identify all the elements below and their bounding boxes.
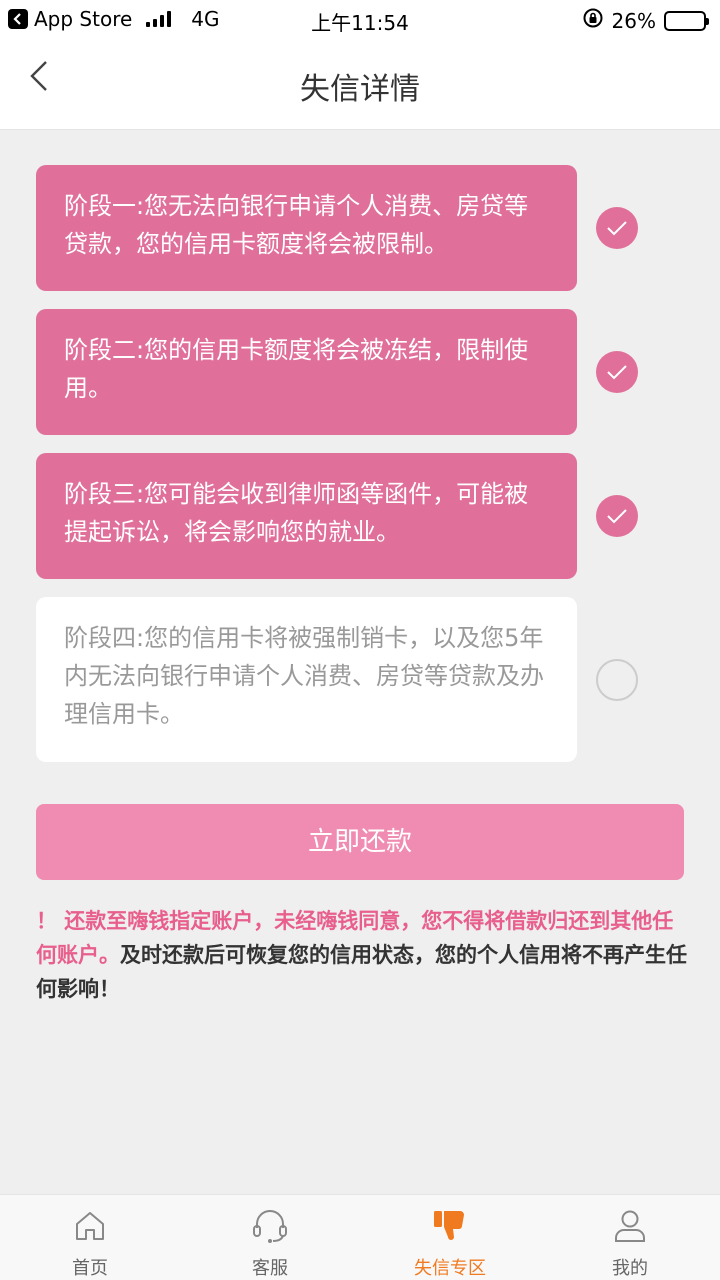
home-icon (70, 1207, 110, 1244)
rotation-lock-icon (582, 7, 604, 34)
battery-percent: 26% (611, 8, 656, 33)
status-bar: App Store 4G 上午11:54 26% (0, 0, 720, 40)
stage-text: 阶段二:您的信用卡额度将会被冻结，限制使用。 (64, 336, 529, 402)
tab-bar: 首页 客服 失信专区 我的 (0, 1194, 720, 1280)
tab-label: 首页 (72, 1258, 108, 1279)
check-circle-icon (596, 495, 638, 537)
check-circle-icon (596, 207, 638, 249)
tab-dishonesty-zone[interactable]: 失信专区 (360, 1195, 540, 1280)
user-icon (610, 1207, 650, 1244)
empty-circle-icon (596, 659, 638, 701)
check-circle-icon (596, 351, 638, 393)
page-title: 失信详情 (300, 72, 420, 107)
stage-text: 阶段三:您可能会收到律师函等函件，可能被提起诉讼，将会影响您的就业。 (64, 480, 529, 546)
battery-icon (664, 10, 709, 31)
stage-text: 阶段四:您的信用卡将被强制销卡，以及您5年内无法向银行申请个人消费、房贷等贷款及… (64, 624, 544, 728)
stage-card-3: 阶段三:您可能会收到律师函等函件，可能被提起诉讼，将会影响您的就业。 (36, 453, 577, 579)
repay-now-button[interactable]: 立即还款 (36, 804, 684, 880)
tab-home[interactable]: 首页 (0, 1195, 180, 1280)
repayment-notice: ！ 还款至嗨钱指定账户，未经嗨钱同意，您不得将借款归还到其他任何账户。及时还款后… (36, 904, 688, 1006)
stage-text: 阶段一:您无法向银行申请个人消费、房贷等贷款，您的信用卡额度将会被限制。 (64, 192, 529, 258)
tab-label: 我的 (612, 1258, 648, 1279)
headset-icon (250, 1207, 290, 1244)
nav-bar: 失信详情 (0, 40, 720, 130)
tab-label: 失信专区 (414, 1258, 486, 1279)
tab-mine[interactable]: 我的 (540, 1195, 720, 1280)
notice-info: 及时还款后可恢复您的信用状态，您的个人信用将不再产生任何影响！ (36, 943, 687, 1001)
stage-card-1: 阶段一:您无法向银行申请个人消费、房贷等贷款，您的信用卡额度将会被限制。 (36, 165, 577, 291)
tab-customer-service[interactable]: 客服 (180, 1195, 360, 1280)
stage-card-2: 阶段二:您的信用卡额度将会被冻结，限制使用。 (36, 309, 577, 435)
thumbs-down-icon (430, 1207, 470, 1244)
status-right: 26% (582, 7, 709, 34)
stage-card-4: 阶段四:您的信用卡将被强制销卡，以及您5年内无法向银行申请个人消费、房贷等贷款及… (36, 597, 577, 762)
tab-label: 客服 (252, 1258, 288, 1279)
